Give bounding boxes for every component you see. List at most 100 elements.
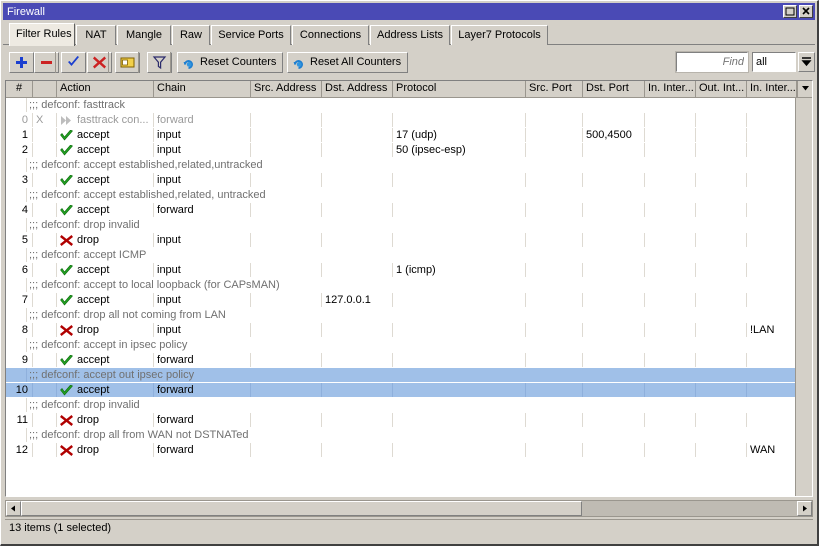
drop-icon <box>60 235 73 246</box>
table-row-comment[interactable]: ;;; defconf: drop all from WAN not DSTNA… <box>6 428 797 443</box>
tab-label: Layer7 Protocols <box>458 29 541 41</box>
cell-protocol: 1 (icmp) <box>393 263 526 277</box>
accept-check-icon <box>60 355 73 366</box>
accept-icon <box>60 130 73 141</box>
column-header-dst-addr[interactable]: Dst. Address <box>322 81 393 97</box>
find-box[interactable] <box>676 52 748 72</box>
filter-scope-select[interactable]: all <box>752 52 796 72</box>
cell-src-port <box>526 143 583 157</box>
row-gutter <box>6 278 27 292</box>
table-row[interactable]: 6acceptinput1 (icmp) <box>6 263 797 278</box>
cell-in-int2 <box>747 173 797 187</box>
reset-all-counters-button[interactable]: Reset All Counters <box>287 52 408 73</box>
table-row[interactable]: 1acceptinput17 (udp)500,4500 <box>6 128 797 143</box>
scroll-right-button[interactable] <box>797 501 812 516</box>
table-row-comment[interactable]: ;;; defconf: drop all not coming from LA… <box>6 308 797 323</box>
table-row[interactable]: 4acceptforward <box>6 203 797 218</box>
cell-action: accept <box>57 203 154 217</box>
drop-cross-icon <box>60 235 73 246</box>
cell-num: 7 <box>6 293 33 307</box>
status-bar: 13 items (1 selected) <box>5 519 813 537</box>
column-header-action[interactable]: Action <box>57 81 154 97</box>
cell-dst-port <box>583 323 645 337</box>
cell-out-int <box>696 113 747 127</box>
column-header-in-int2[interactable]: In. Inter... <box>747 81 797 97</box>
enable-button[interactable] <box>61 52 86 73</box>
table-row-comment[interactable]: ;;; defconf: accept ICMP <box>6 248 797 263</box>
tab-nat[interactable]: NAT <box>76 25 116 45</box>
table-row-comment[interactable]: ;;; defconf: accept to local loopback (f… <box>6 278 797 293</box>
cell-src-addr <box>251 353 322 367</box>
table-row-comment[interactable]: ;;; defconf: drop invalid <box>6 218 797 233</box>
reset-all-counters-label: Reset All Counters <box>310 56 401 68</box>
tab-filter-rules[interactable]: Filter Rules <box>9 23 75 46</box>
tab-mangle[interactable]: Mangle <box>117 25 171 45</box>
table-row[interactable]: 5dropinput <box>6 233 797 248</box>
close-button[interactable] <box>799 5 813 18</box>
table-row[interactable]: 0Xfasttrack con...forward <box>6 113 797 128</box>
add-button[interactable] <box>9 52 34 73</box>
vertical-scrollbar[interactable] <box>795 98 812 497</box>
column-header-in-int[interactable]: In. Inter... <box>645 81 696 97</box>
close-icon <box>800 6 812 17</box>
table-row-comment[interactable]: ;;; defconf: accept established,related,… <box>6 158 797 173</box>
cell-action: drop <box>57 443 154 457</box>
cell-out-int <box>696 203 747 217</box>
filter-button[interactable] <box>147 52 172 73</box>
table-row-comment[interactable]: ;;; defconf: accept in ipsec policy <box>6 338 797 353</box>
column-header-chain[interactable]: Chain <box>154 81 251 97</box>
cell-dst-port <box>583 233 645 247</box>
table-row-comment[interactable]: ;;; defconf: fasttrack <box>6 98 797 113</box>
cell-num: 6 <box>6 263 33 277</box>
column-header-flags[interactable] <box>33 81 57 97</box>
accept-check-icon <box>60 205 73 216</box>
table-row[interactable]: 12dropforwardWAN <box>6 443 797 458</box>
column-header-protocol[interactable]: Protocol <box>393 81 526 97</box>
rule-comment-text: ;;; defconf: fasttrack <box>29 98 125 112</box>
tab-label: Filter Rules <box>16 28 72 40</box>
table-row-comment[interactable]: ;;; defconf: accept out ipsec policy <box>6 368 797 383</box>
cell-chain: forward <box>154 353 251 367</box>
table-row[interactable]: 8dropinput!LAN <box>6 323 797 338</box>
table-row[interactable]: 9acceptforward <box>6 353 797 368</box>
column-menu-button[interactable] <box>797 81 813 97</box>
table-row-comment[interactable]: ;;; defconf: drop invalid <box>6 398 797 413</box>
reset-counters-button[interactable]: Reset Counters <box>177 52 283 73</box>
cell-out-int <box>696 383 747 397</box>
tab-layer7-protocols[interactable]: Layer7 Protocols <box>451 25 548 45</box>
tab-service-ports[interactable]: Service Ports <box>211 25 291 45</box>
table-row[interactable]: 10acceptforward <box>6 383 797 398</box>
column-header-num[interactable]: # <box>6 81 33 97</box>
column-header-src-addr[interactable]: Src. Address <box>251 81 322 97</box>
table-row[interactable]: 11dropforward <box>6 413 797 428</box>
search-input[interactable] <box>677 53 747 71</box>
table-row[interactable]: 3acceptinput <box>6 173 797 188</box>
table-row[interactable]: 2acceptinput50 (ipsec-esp) <box>6 143 797 158</box>
tab-address-lists[interactable]: Address Lists <box>370 25 450 45</box>
comment-button[interactable] <box>115 52 140 73</box>
tab-connections[interactable]: Connections <box>292 25 369 45</box>
cell-src-addr <box>251 113 322 127</box>
scroll-thumb[interactable] <box>21 501 582 516</box>
table-row[interactable]: 7acceptinput127.0.0.1 <box>6 293 797 308</box>
cell-in-int2: WAN <box>747 443 797 457</box>
rule-comment-text: ;;; defconf: drop invalid <box>29 218 140 232</box>
column-header-out-int[interactable]: Out. Int... <box>696 81 747 97</box>
maximize-button[interactable] <box>783 5 797 18</box>
cell-src-addr <box>251 233 322 247</box>
scroll-left-button[interactable] <box>6 501 21 516</box>
cell-in-int2 <box>747 383 797 397</box>
horizontal-scrollbar[interactable] <box>5 500 813 517</box>
rule-comment-text: ;;; defconf: accept to local loopback (f… <box>29 278 280 292</box>
filter-scope-dropdown-button[interactable] <box>798 52 815 72</box>
cell-in-int <box>645 263 696 277</box>
column-header-dst-port[interactable]: Dst. Port <box>583 81 645 97</box>
table-row-comment[interactable]: ;;; defconf: accept established,related,… <box>6 188 797 203</box>
cross-icon <box>92 55 107 70</box>
tab-raw[interactable]: Raw <box>172 25 210 45</box>
cell-in-int <box>645 323 696 337</box>
cell-chain: forward <box>154 413 251 427</box>
cell-dst-addr <box>322 263 393 277</box>
tab-label: Address Lists <box>377 29 443 41</box>
column-header-src-port[interactable]: Src. Port <box>526 81 583 97</box>
